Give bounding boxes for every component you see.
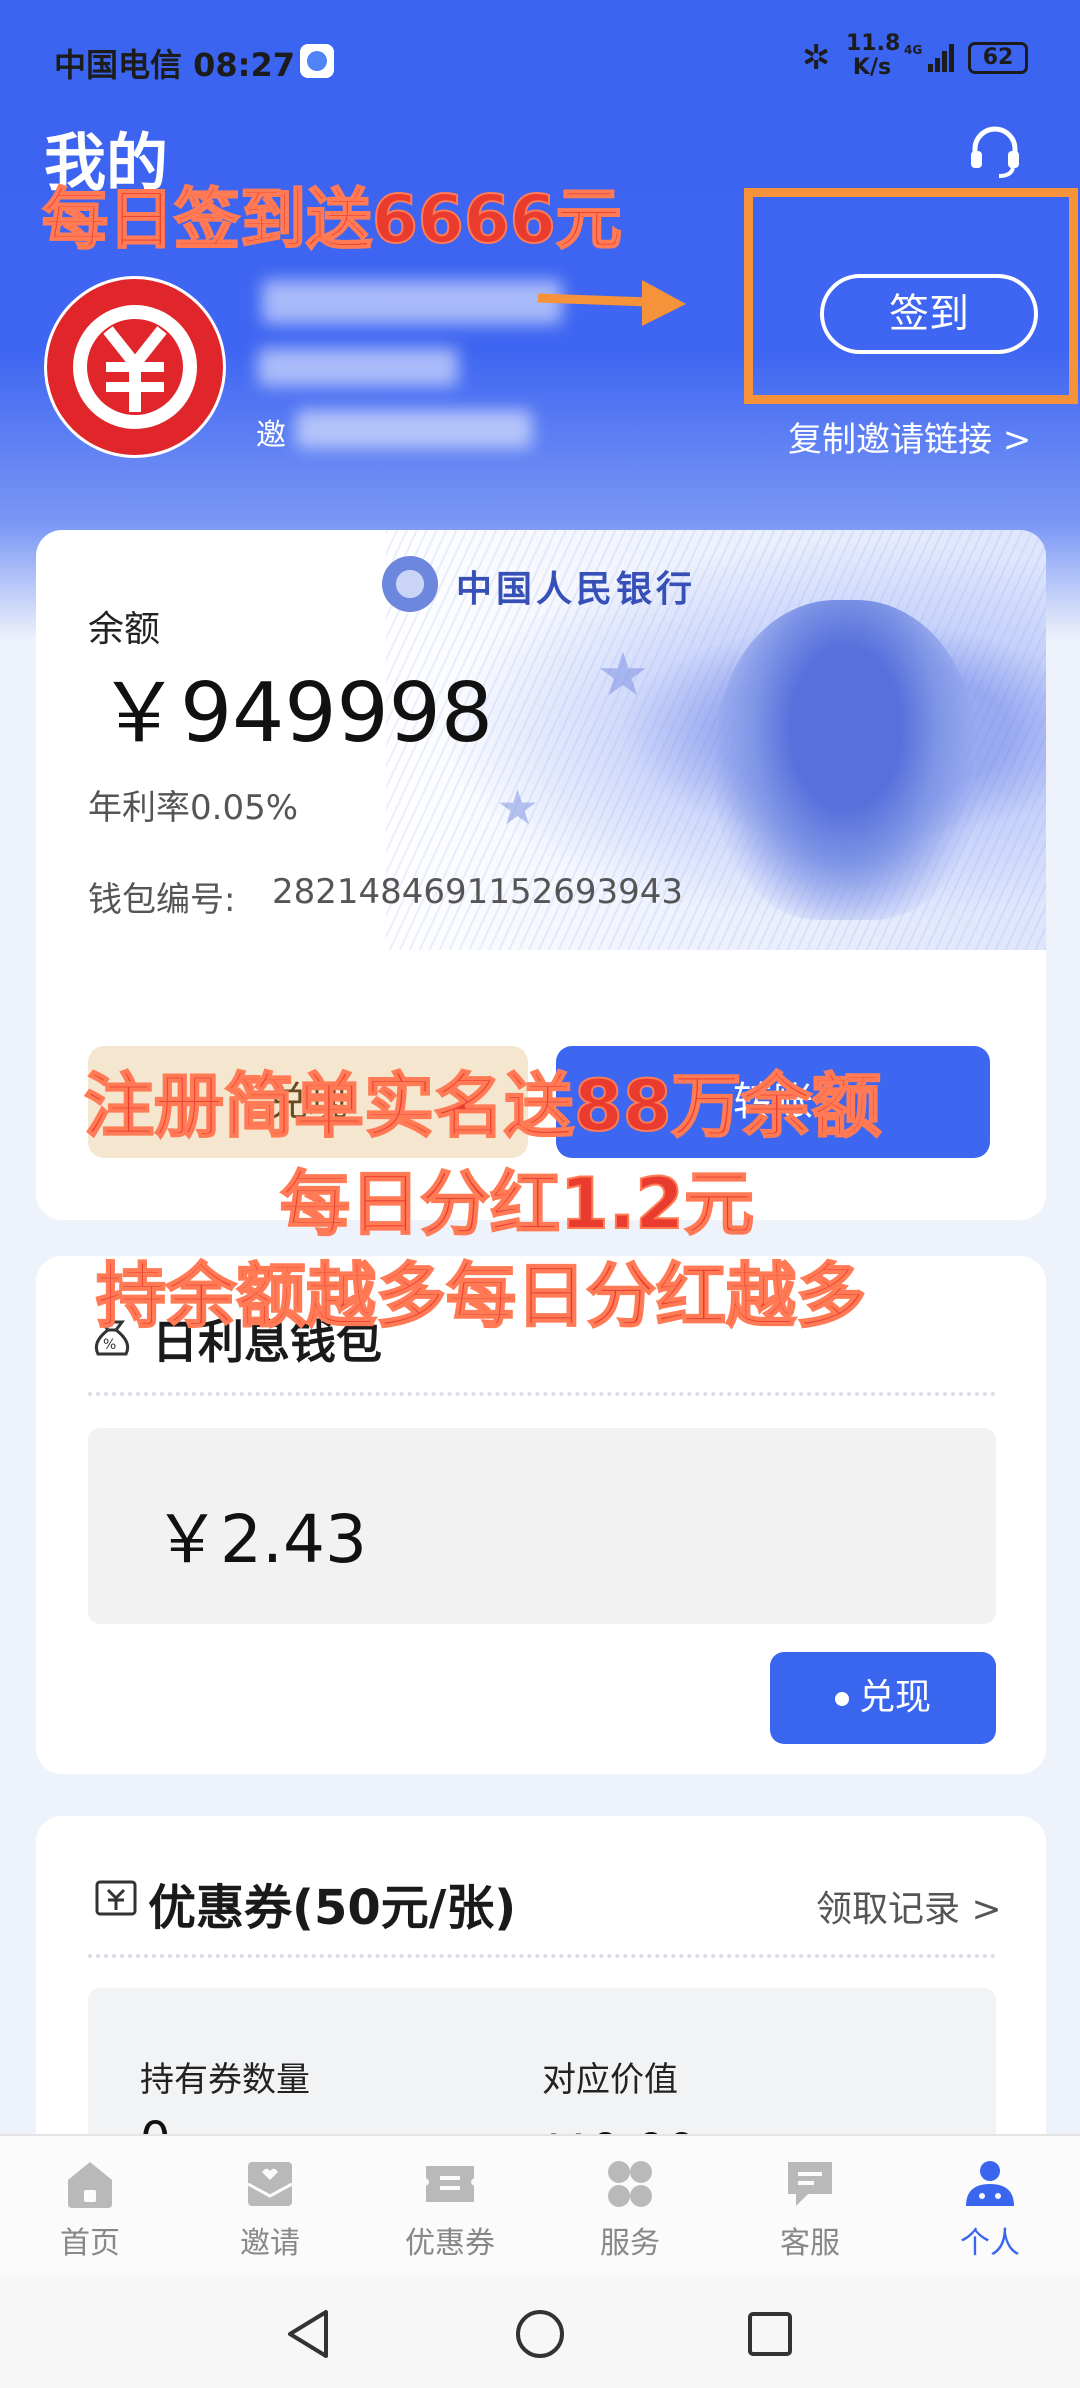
recents-icon[interactable] <box>742 2306 798 2362</box>
star-icon: ★ <box>496 780 540 836</box>
nav-invite-label: 邀请 <box>240 2226 300 2261</box>
person-icon <box>966 2161 1014 2206</box>
headset-icon[interactable] <box>966 122 1024 180</box>
invite-icon <box>247 2162 293 2206</box>
wallet-number-label: 钱包编号: <box>88 880 236 920</box>
coupon-value-label: 对应价值 <box>542 2060 678 2100</box>
banknote-portrait <box>716 600 976 920</box>
nav-coupons[interactable]: 优惠券 <box>360 2136 540 2278</box>
promo-checkin-text: 每日签到送6666元 <box>41 180 623 259</box>
home-icon <box>68 2162 112 2208</box>
nav-home-label: 首页 <box>60 2226 120 2261</box>
battery-icon: 62 <box>968 42 1028 74</box>
balance-label: 余额 <box>88 609 161 650</box>
checkin-button[interactable]: 签到 <box>820 274 1038 354</box>
coupon-record-link[interactable]: 领取记录 > <box>816 1880 1002 1932</box>
status-carrier-time: 中国电信 08:27 <box>54 46 296 84</box>
national-emblem-icon <box>382 556 438 612</box>
interest-amount: ￥2.43 <box>154 1501 367 1578</box>
signal-icon: 4G <box>904 43 954 72</box>
chat-icon <box>788 2162 832 2206</box>
wallet-number: 2821484691152693943 <box>272 872 684 912</box>
network-type: 4G <box>904 43 922 57</box>
divider <box>88 1392 996 1396</box>
nav-profile[interactable]: 个人 <box>900 2136 1080 2278</box>
status-bar: 中国电信 08:27 ✲ 11.8 K/s 4G 62 <box>0 30 1080 90</box>
nav-support[interactable]: 客服 <box>720 2136 900 2278</box>
invite-code-prefix: 邀 <box>256 418 286 453</box>
coupon-icon <box>426 2166 474 2202</box>
nav-services-label: 服务 <box>600 2226 660 2261</box>
arrow-right-icon <box>537 280 686 326</box>
promo-line-2: 每日分红1.2元 <box>279 1162 755 1246</box>
divider <box>88 1954 996 1958</box>
screen: 中国电信 08:27 ✲ 11.8 K/s 4G 62 我的 每日签到送6666… <box>0 0 1080 2388</box>
invite-code-blurred <box>296 410 532 448</box>
nav-home[interactable]: 首页 <box>0 2136 180 2278</box>
interest-amount-box: ￥2.43 <box>88 1428 996 1624</box>
interest-cash-out-label: 兑现 <box>858 1677 931 1718</box>
bank-name: 中国人民银行 <box>456 568 697 610</box>
nav-profile-label: 个人 <box>960 2226 1020 2261</box>
star-icon: ★ <box>596 640 650 710</box>
coupon-title: 优惠券(50元/张) <box>148 1880 517 1936</box>
coupon-ticket-icon <box>95 1880 137 1916</box>
home-circle-icon[interactable] <box>512 2306 568 2362</box>
network-speed: 11.8 K/s <box>846 31 901 80</box>
nav-coupons-label: 优惠券 <box>405 2226 495 2261</box>
bluetooth-icon: ✲ <box>802 38 831 78</box>
coupon-count-label: 持有券数量 <box>140 2060 310 2100</box>
promo-line-1: 注册简单实名送88万余额 <box>83 1064 882 1148</box>
nav-services[interactable]: 服务 <box>540 2136 720 2278</box>
profile-name-blurred <box>262 280 562 324</box>
avatar <box>44 276 226 458</box>
nav-support-label: 客服 <box>780 2226 840 2261</box>
dot-icon <box>834 1692 849 1706</box>
profile-id-blurred <box>258 348 458 386</box>
services-icon <box>608 2161 652 2207</box>
annual-rate: 年利率0.05% <box>88 788 299 828</box>
bottom-nav: 首页 邀请 优惠券 服务 客服 个人 <box>0 2134 1080 2276</box>
copy-invite-link[interactable]: 复制邀请链接 > <box>788 412 1031 461</box>
balance-amount: ￥949998 <box>98 666 494 761</box>
system-nav-bar <box>0 2276 1080 2388</box>
nav-invite[interactable]: 邀请 <box>180 2136 360 2278</box>
vpn-icon <box>300 44 334 78</box>
interest-cash-out-button[interactable]: 兑现 <box>770 1652 996 1744</box>
promo-line-3: 持余额越多每日分红越多 <box>95 1254 867 1338</box>
back-icon[interactable] <box>282 2306 338 2362</box>
